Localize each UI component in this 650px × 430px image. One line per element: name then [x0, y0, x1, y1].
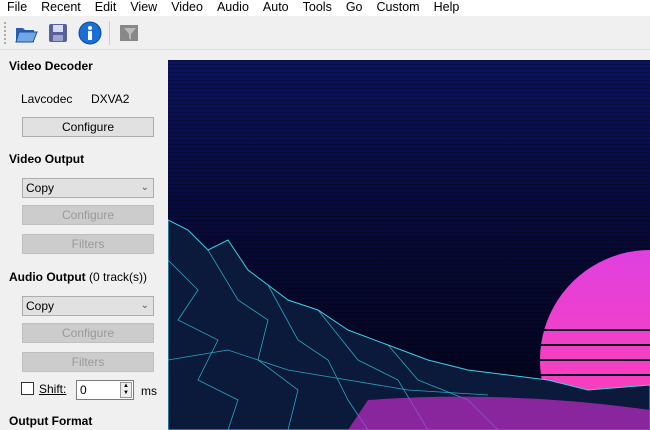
audio-codec-value: Copy [26, 299, 55, 313]
video-frame [168, 60, 650, 430]
toolbar-grip[interactable] [4, 22, 7, 44]
video-codec-select[interactable]: Copy ⌄ [22, 178, 154, 198]
menu-help[interactable]: Help [427, 0, 467, 16]
spin-arrows-icon[interactable]: ▲ ▼ [120, 382, 132, 398]
chevron-down-icon: ⌄ [140, 300, 149, 311]
menu-audio[interactable]: Audio [210, 0, 256, 16]
audio-configure-button[interactable]: Configure [22, 323, 154, 343]
menu-video[interactable]: Video [164, 0, 210, 16]
menu-tools[interactable]: Tools [296, 0, 339, 16]
menu-edit[interactable]: Edit [88, 0, 124, 16]
decoder-configure-button[interactable]: Configure [22, 117, 154, 137]
video-configure-button[interactable]: Configure [22, 205, 154, 225]
audio-output-heading: Audio Output (0 track(s)) [9, 270, 147, 284]
video-decoder-heading: Video Decoder [9, 59, 93, 73]
shift-spinbox[interactable]: 0 ▲ ▼ [76, 380, 134, 400]
audio-output-title: Audio Output [9, 270, 86, 284]
video-preview [168, 60, 650, 430]
menu-view[interactable]: View [123, 0, 164, 16]
menu-bar: File Recent Edit View Video Audio Auto Tools Go C… [0, 0, 650, 16]
filter-film-icon[interactable] [116, 20, 142, 46]
menu-custom[interactable]: Custom [370, 0, 427, 16]
video-codec-value: Copy [26, 181, 55, 195]
output-format-heading: Output Format [9, 414, 93, 428]
decoder-name: Lavcodec [21, 92, 73, 106]
shift-unit: ms [141, 384, 157, 398]
open-folder-icon[interactable] [13, 20, 39, 46]
audio-filters-button[interactable]: Filters [22, 352, 154, 372]
toolbar [0, 17, 650, 50]
video-filters-button[interactable]: Filters [22, 234, 154, 254]
info-icon[interactable] [77, 20, 103, 46]
save-floppy-icon[interactable] [45, 20, 71, 46]
menu-auto[interactable]: Auto [256, 0, 296, 16]
decoder-hw: DXVA2 [91, 92, 130, 106]
menu-file[interactable]: File [0, 0, 34, 16]
chevron-down-icon: ⌄ [140, 182, 149, 193]
audio-codec-select[interactable]: Copy ⌄ [22, 296, 154, 316]
menu-go[interactable]: Go [339, 0, 370, 16]
shift-checkbox[interactable] [21, 382, 34, 395]
shift-value: 0 [80, 383, 87, 397]
toolbar-separator [109, 21, 110, 45]
shift-label: Shift: [39, 382, 67, 396]
audio-track-count: (0 track(s)) [88, 270, 147, 284]
side-panel: Video Decoder Lavcodec DXVA2 Configure V… [0, 51, 168, 430]
video-output-heading: Video Output [9, 152, 85, 166]
menu-recent[interactable]: Recent [34, 0, 88, 16]
